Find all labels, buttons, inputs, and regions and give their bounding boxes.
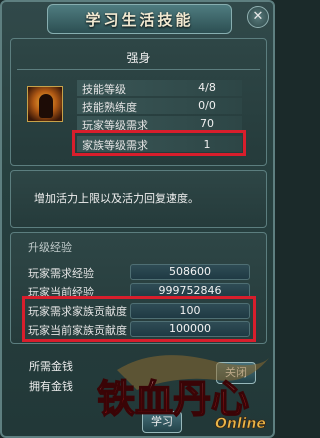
window-title-bar[interactable]: 学习生活技能 (47, 4, 232, 34)
owned-money-label: 拥有金钱 (29, 380, 73, 393)
warrior-skill-icon[interactable] (27, 86, 63, 122)
upgrade-section-title: 升级经验 (28, 241, 72, 254)
highlight-box-family-level (72, 130, 246, 156)
game-logo: 铁血丹心 Online (96, 350, 273, 436)
logo-graphic: 铁血丹心 Online (96, 355, 269, 432)
skill-proficiency-label: 技能熟练度 (82, 101, 137, 114)
required-exp-value: 508600 (130, 264, 250, 280)
skill-learning-window: 学习生活技能 ✕ 强身 技能等级 4/8 技能熟练度 0/0 玩家等级需求 70… (0, 0, 275, 438)
skill-level-label: 技能等级 (82, 83, 126, 96)
skill-level-value: 4/8 (198, 81, 216, 94)
required-exp-label: 玩家需求经验 (28, 267, 94, 280)
window-title: 学习生活技能 (85, 10, 194, 29)
divider (17, 69, 260, 70)
svg-text:Online: Online (215, 416, 266, 432)
player-level-req-value: 70 (200, 117, 214, 130)
close-icon[interactable]: ✕ (247, 6, 269, 28)
skill-description: 增加活力上限以及活力回复速度。 (34, 192, 199, 205)
highlight-box-contribution (22, 296, 256, 342)
skill-proficiency-value: 0/0 (198, 99, 216, 112)
required-money-label: 所需金钱 (29, 360, 73, 373)
skill-name: 强身 (126, 51, 151, 65)
svg-text:铁血丹心: 铁血丹心 (97, 376, 249, 421)
